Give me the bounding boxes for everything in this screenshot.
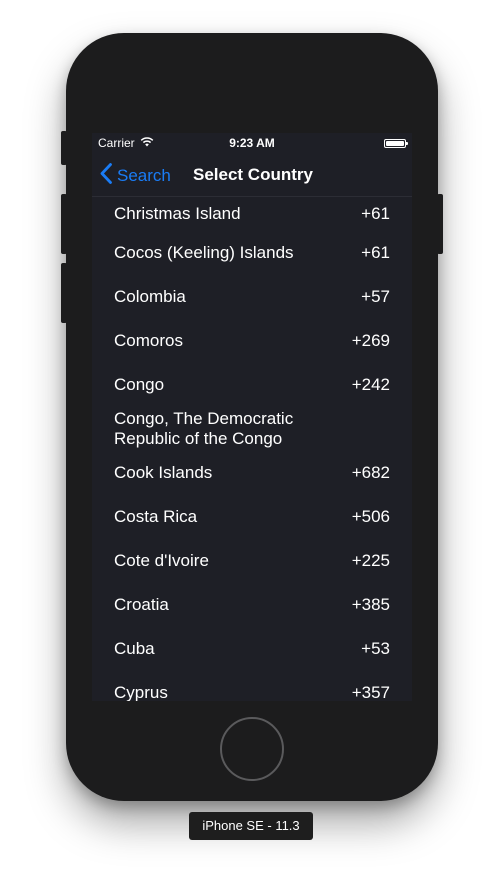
screen: Carrier 9:23 AM Search Select Country Ch… bbox=[92, 133, 412, 701]
list-item[interactable]: Cook Islands +682 bbox=[92, 451, 412, 495]
list-item[interactable]: Cuba +53 bbox=[92, 627, 412, 671]
home-button[interactable] bbox=[220, 717, 284, 781]
country-code: +269 bbox=[351, 331, 390, 350]
country-name: Comoros bbox=[114, 331, 183, 350]
country-name: Christmas Island bbox=[114, 204, 241, 223]
power-button bbox=[437, 194, 443, 254]
country-name: Cuba bbox=[114, 639, 155, 658]
battery-icon bbox=[384, 139, 408, 148]
page-title: Select Country bbox=[193, 165, 313, 184]
mute-switch bbox=[61, 131, 67, 165]
list-item[interactable]: Comoros +269 bbox=[92, 319, 412, 363]
country-code: +61 bbox=[361, 243, 390, 262]
country-code: +506 bbox=[351, 507, 390, 526]
country-code: +53 bbox=[361, 639, 390, 658]
list-item[interactable]: Costa Rica +506 bbox=[92, 495, 412, 539]
country-code: +385 bbox=[351, 595, 390, 614]
list-item[interactable]: Christmas Island +61 bbox=[92, 197, 412, 231]
list-item[interactable]: Colombia +57 bbox=[92, 275, 412, 319]
list-item[interactable]: Cote d'Ivoire +225 bbox=[92, 539, 412, 583]
country-code: +357 bbox=[351, 683, 390, 701]
volume-down-button bbox=[61, 263, 67, 323]
simulator-device-label: iPhone SE - 11.3 bbox=[189, 812, 313, 840]
list-item[interactable]: Croatia +385 bbox=[92, 583, 412, 627]
country-code: +682 bbox=[351, 463, 390, 482]
status-time: 9:23 AM bbox=[229, 136, 275, 150]
country-name: Cocos (Keeling) Islands bbox=[114, 243, 294, 262]
country-name: Cyprus bbox=[114, 683, 168, 701]
country-code: +57 bbox=[361, 287, 390, 306]
country-name: Croatia bbox=[114, 595, 169, 614]
country-name: Colombia bbox=[114, 287, 186, 306]
country-name: Cote d'Ivoire bbox=[114, 551, 209, 570]
country-name: Costa Rica bbox=[114, 507, 198, 526]
navigation-bar: Search Select Country bbox=[92, 153, 412, 197]
country-name: Congo bbox=[114, 375, 165, 394]
country-list[interactable]: Christmas Island +61 Cocos (Keeling) Isl… bbox=[92, 197, 412, 701]
country-name: Congo, The Democratic Republic of the Co… bbox=[114, 409, 294, 448]
list-item[interactable]: Cyprus +357 bbox=[92, 671, 412, 701]
list-item[interactable]: Congo, The Democratic Republic of the Co… bbox=[92, 407, 412, 451]
country-code: +61 bbox=[361, 204, 390, 223]
country-name: Cook Islands bbox=[114, 463, 213, 482]
list-item[interactable]: Cocos (Keeling) Islands +61 bbox=[92, 231, 412, 275]
volume-up-button bbox=[61, 194, 67, 254]
status-bar: Carrier 9:23 AM bbox=[92, 133, 412, 153]
list-item[interactable]: Congo +242 bbox=[92, 363, 412, 407]
country-code: +225 bbox=[351, 551, 390, 570]
country-code: +242 bbox=[351, 375, 390, 394]
